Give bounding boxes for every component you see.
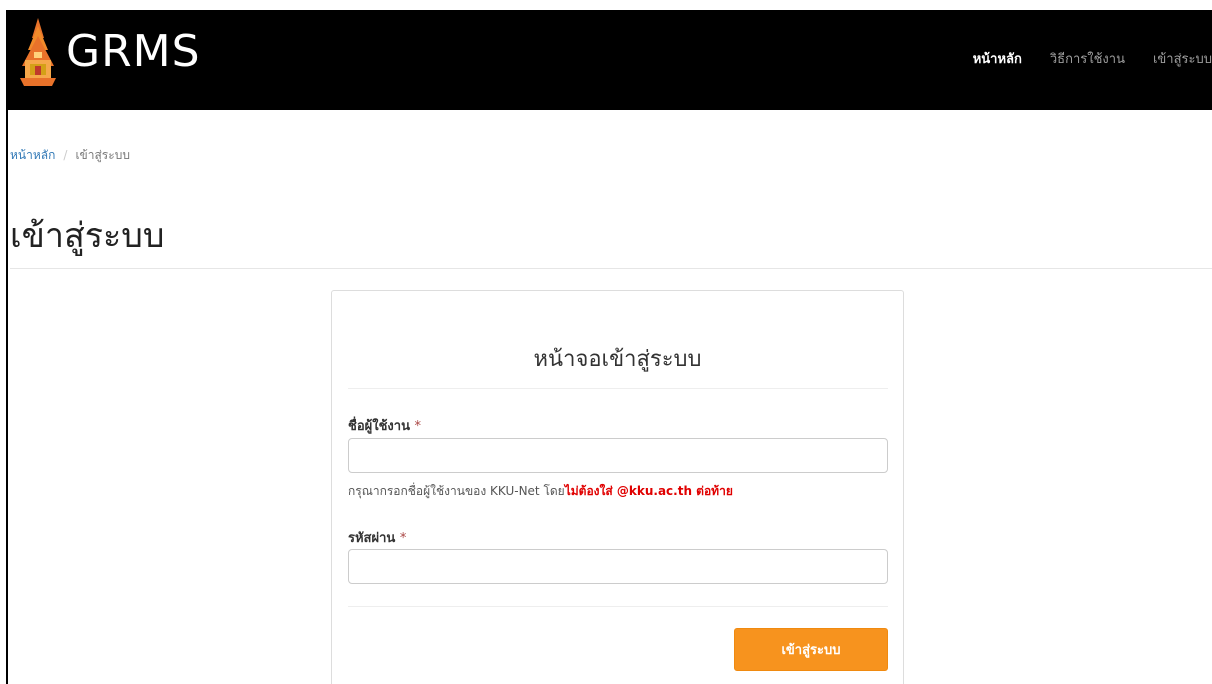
login-card: หน้าจอเข้าสู่ระบบ ชื่อผู้ใช้งาน * กรุณาก…	[331, 290, 904, 684]
username-input[interactable]	[348, 438, 888, 473]
card-divider-bottom	[348, 606, 888, 607]
password-input[interactable]	[348, 549, 888, 584]
card-divider-top	[348, 388, 888, 389]
breadcrumb: หน้าหลัก / เข้าสู่ระบบ	[10, 146, 130, 165]
login-card-title: หน้าจอเข้าสู่ระบบ	[533, 347, 702, 372]
nav-item-home[interactable]: หน้าหลัก	[973, 48, 1022, 69]
nav-item-login[interactable]: เข้าสู่ระบบ	[1153, 48, 1212, 69]
nav-item-how-to-use[interactable]: วิธีการใช้งาน	[1050, 48, 1125, 69]
nav-menu: หน้าหลัก วิธีการใช้งาน เข้าสู่ระบบ	[973, 48, 1212, 69]
page-divider	[10, 268, 1212, 269]
page-title: เข้าสู่ระบบ	[10, 216, 165, 256]
username-help-text: กรุณากรอกชื่อผู้ใช้งานของ KKU-Net โดยไม่…	[348, 482, 733, 501]
temple-logo-icon	[20, 18, 56, 86]
password-label-text: รหัสผ่าน	[348, 531, 396, 546]
username-label-text: ชื่อผู้ใช้งาน	[348, 419, 410, 434]
required-mark: *	[399, 531, 407, 546]
password-label: รหัสผ่าน *	[348, 527, 406, 548]
required-mark: *	[414, 419, 421, 434]
top-navbar: GRMS หน้าหลัก วิธีการใช้งาน เข้าสู่ระบบ	[8, 10, 1212, 110]
brand-name: GRMS	[66, 26, 201, 77]
username-label: ชื่อผู้ใช้งาน *	[348, 415, 421, 436]
window-edge	[0, 10, 8, 684]
breadcrumb-home-link[interactable]: หน้าหลัก	[10, 148, 55, 162]
breadcrumb-current: เข้าสู่ระบบ	[75, 148, 130, 162]
login-submit-button[interactable]: เข้าสู่ระบบ	[734, 628, 888, 671]
breadcrumb-separator: /	[63, 148, 68, 162]
brand[interactable]: GRMS	[16, 16, 201, 88]
help-text-prefix: กรุณากรอกชื่อผู้ใช้งานของ KKU-Net โดย	[348, 484, 565, 498]
help-text-warning: ไม่ต้องใส่ @kku.ac.th ต่อท้าย	[564, 484, 733, 498]
page-frame: GRMS หน้าหลัก วิธีการใช้งาน เข้าสู่ระบบ …	[0, 0, 1212, 684]
